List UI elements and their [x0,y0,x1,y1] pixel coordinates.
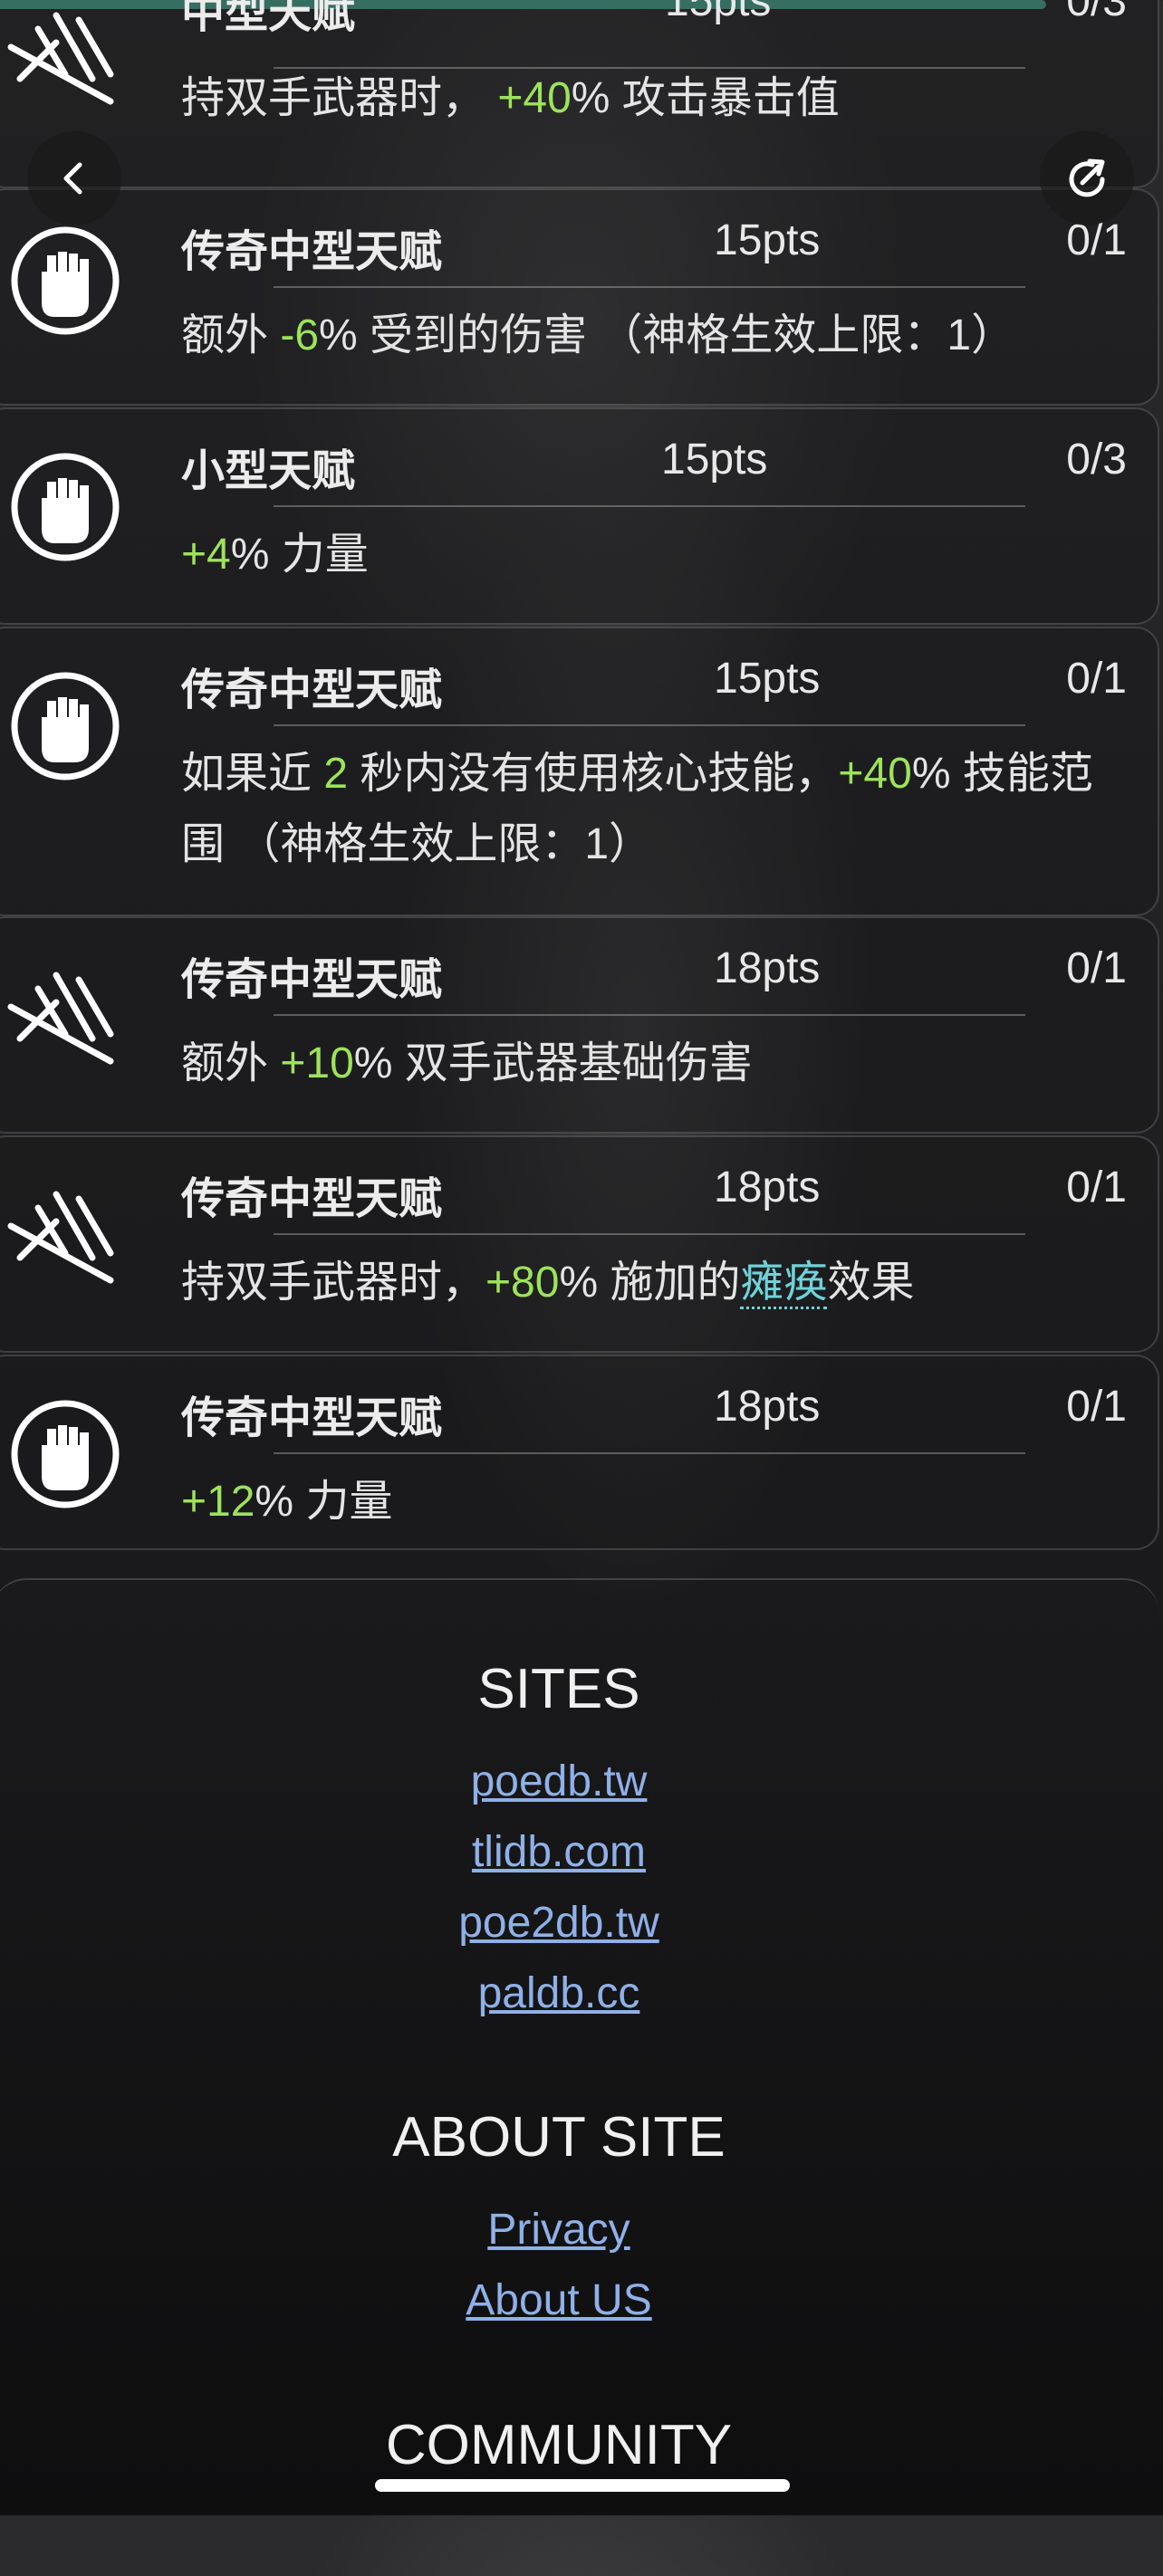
talent-description: 持双手武器时， +40% 攻击暴击值 [181,74,840,122]
about-heading: ABOUT SITE [392,2106,726,2169]
site-link-poedb[interactable]: poedb.tw [0,1757,1127,1806]
talent-description: 如果近 2 秒内没有使用核心技能，+40% 技能范围 （神格生效上限：1） [181,750,1093,868]
site-link-poe2db[interactable]: poe2db.tw [0,1898,1127,1948]
talent-card[interactable]: 传奇中型天赋 15pts 0/1 额外 -6% 受到的伤害 （神格生效上限：1） [0,188,1159,406]
site-link-tlidb[interactable]: tlidb.com [0,1827,1127,1877]
divider [274,1233,1025,1235]
divider [274,286,1025,288]
talent-title: 传奇中型天赋 [181,1175,443,1223]
fist-icon [2,217,129,344]
back-button[interactable] [27,131,121,225]
talent-description: 额外 -6% 受到的伤害 （神格生效上限：1） [181,311,1015,359]
talent-points: 18pts [714,1164,821,1211]
keyword-link[interactable]: 瘫痪 [740,1259,828,1309]
talent-points: 15pts [665,0,772,25]
divider [274,1014,1025,1016]
talent-card[interactable]: 中型天赋 15pts 0/3 持双手武器时， +40% 攻击暴击值 [0,0,1159,188]
talent-points: 18pts [714,1383,821,1431]
community-heading: COMMUNITY [385,2414,733,2476]
talent-rank: 0/1 [1066,1383,1127,1431]
home-indicator[interactable] [375,2479,790,2492]
share-refresh-button[interactable] [1040,131,1134,225]
talent-points: 18pts [714,944,821,992]
trident-icon [2,0,129,120]
talent-card[interactable]: 传奇中型天赋 15pts 0/1 如果近 2 秒内没有使用核心技能，+40% 技… [0,627,1159,916]
talent-title: 小型天赋 [181,447,356,495]
talent-description: 额外 +10% 双手武器基础伤害 [181,1039,753,1087]
talent-card[interactable]: 传奇中型天赋 18pts 0/1 +12% 力量 [0,1355,1159,1550]
site-link-paldb[interactable]: paldb.cc [0,1968,1127,2018]
talent-description: +4% 力量 [181,531,369,579]
talent-title: 传奇中型天赋 [181,228,443,276]
fist-icon [2,444,129,570]
talent-rank: 0/3 [1066,436,1127,484]
talent-title: 传奇中型天赋 [181,1394,443,1442]
fist-icon [2,663,129,790]
talent-title: 传奇中型天赋 [181,666,443,714]
refresh-icon [1069,158,1105,197]
talent-description: +12% 力量 [181,1478,393,1526]
talent-rank: 0/1 [1066,1164,1127,1211]
talent-rank: 0/3 [1066,0,1127,25]
talent-title: 中型天赋 [181,0,356,37]
divider [274,1452,1025,1454]
talent-card[interactable]: 传奇中型天赋 18pts 0/1 额外 +10% 双手武器基础伤害 [0,916,1159,1134]
talent-title: 传奇中型天赋 [181,956,443,1004]
talent-points: 15pts [661,436,768,484]
divider [274,505,1025,507]
trident-icon [2,1172,129,1298]
divider [274,724,1025,726]
sites-heading: SITES [477,1658,640,1720]
talent-points: 15pts [714,216,821,264]
fist-icon [2,1391,129,1518]
talent-rank: 0/1 [1066,655,1127,703]
talent-card[interactable]: 传奇中型天赋 18pts 0/1 持双手武器时，+80% 施加的瘫痪效果 [0,1135,1159,1353]
trident-icon [2,953,129,1079]
site-footer: SITES poedb.tw tlidb.com poe2db.tw paldb… [0,1578,1159,2576]
talent-rank: 0/1 [1066,944,1127,992]
about-us-link[interactable]: About US [0,2275,1127,2325]
chevron-left-icon [63,162,82,195]
talent-card[interactable]: 小型天赋 15pts 0/3 +4% 力量 [0,407,1159,625]
talent-points: 15pts [714,655,821,703]
talent-description: 持双手武器时，+80% 施加的瘫痪效果 [181,1248,1112,1318]
privacy-link[interactable]: Privacy [0,2205,1127,2255]
